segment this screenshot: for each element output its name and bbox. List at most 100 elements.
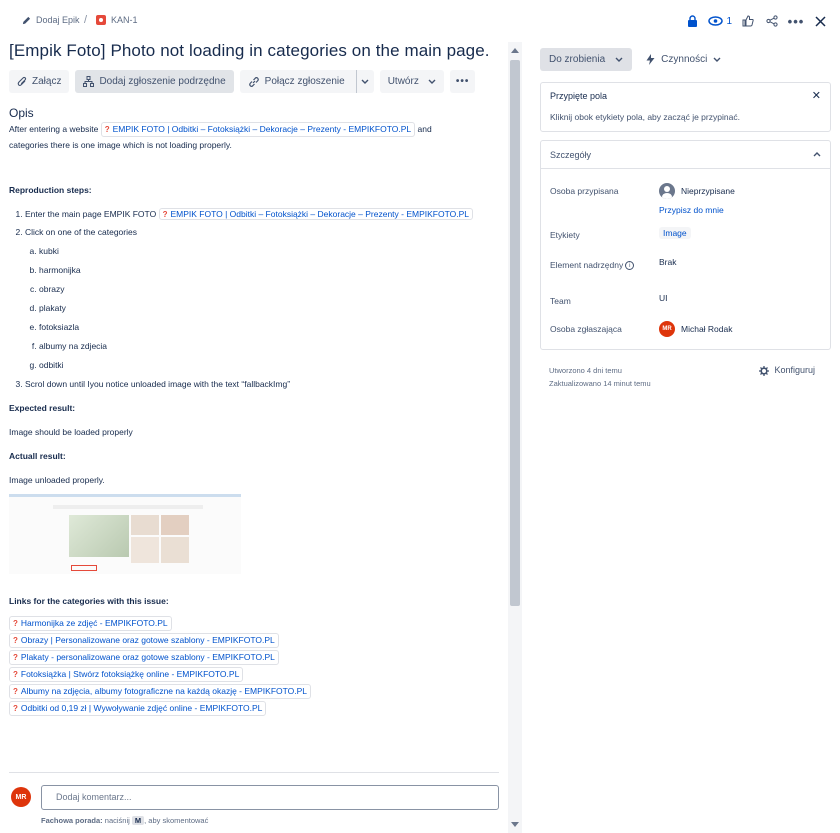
watch-count: 1	[726, 15, 732, 27]
eye-icon	[708, 16, 724, 26]
category-link[interactable]: ? Fotoksiążka | Stwórz fotoksiążkę online…	[9, 667, 244, 682]
category-link[interactable]: ? Odbitki od 0,19 zł | Wywoływanie zdjęć …	[9, 701, 267, 716]
repro-heading: Reproduction steps:	[9, 185, 92, 195]
create-dropdown-button[interactable]: Utwórz	[379, 70, 444, 93]
configure-button[interactable]: Konfiguruj	[759, 364, 815, 377]
breadcrumb-epic-label: Dodaj Epik	[36, 15, 80, 25]
thumb-tile	[131, 515, 159, 535]
tip-bold: Fachowa porada:	[41, 816, 103, 825]
link-icon	[248, 76, 259, 87]
step-text: Enter the main page EMPIK FOTO	[25, 209, 157, 219]
create-label: Utwórz	[387, 76, 419, 87]
scroll-down-icon[interactable]	[511, 822, 519, 827]
empik-favicon-icon: ?	[104, 125, 110, 134]
reporter-row: Osoba zgłaszająca MR Michał Rodak	[550, 321, 821, 339]
attach-button[interactable]: Załącz	[9, 70, 70, 93]
parent-value[interactable]: Brak	[659, 257, 676, 275]
empik-favicon-icon: ?	[162, 210, 168, 219]
issue-meta: Utworzono 4 dni temu Zaktualizowano 14 m…	[540, 364, 831, 390]
thumbs-up-icon[interactable]	[740, 12, 756, 30]
shortcut-key: M	[131, 816, 145, 825]
parent-label: Element nadrzędny	[550, 260, 624, 270]
details-header[interactable]: Szczegóły	[541, 141, 830, 169]
breadcrumb-issue-key[interactable]: KAN-1	[96, 15, 138, 25]
thumb-highlight	[71, 565, 97, 571]
scroll-thumb[interactable]	[510, 60, 520, 606]
description-content: Opis After entering a website ? EMPIK FOT…	[9, 106, 501, 718]
pinned-fields-panel: Przypięte pola Kliknij obok etykiety pol…	[540, 82, 831, 132]
category-link-text: Obrazy | Personalizowane oraz gotowe sza…	[20, 635, 275, 645]
category-link[interactable]: ? Harmonijka ze zdjęć - EMPIKFOTO.PL	[9, 616, 172, 631]
empik-favicon-icon: ?	[13, 619, 18, 628]
more-actions-button[interactable]: •••	[449, 70, 476, 93]
hierarchy-icon	[83, 76, 95, 87]
assign-to-me-link[interactable]: Przypisz do mnie	[659, 205, 735, 215]
category-links-list: ? Harmonijka ze zdjęć - EMPIKFOTO.PL? Obra…	[9, 616, 501, 716]
gear-icon	[759, 365, 770, 376]
tip-text: naciśnij	[104, 816, 130, 825]
close-icon[interactable]: ✕	[812, 89, 821, 102]
thumb-hero	[69, 515, 129, 557]
comment-input[interactable]: Dodaj komentarz...	[41, 785, 499, 810]
link-issue-button[interactable]: Połącz zgłoszenie	[239, 70, 374, 93]
category-link[interactable]: ? Plakaty - personalizowane oraz gotowe s…	[9, 650, 279, 665]
labels-row: Etykiety Image	[550, 227, 821, 245]
lock-icon[interactable]	[684, 12, 700, 30]
actions-dropdown[interactable]: Czynności	[640, 48, 727, 71]
team-value[interactable]: UI	[659, 293, 668, 311]
smart-link[interactable]: ? EMPIK FOTO | Odbitki – Fotoksiążki – De…	[158, 208, 473, 220]
chevron-up-icon	[813, 152, 821, 157]
thumb-tile	[161, 515, 189, 535]
reporter-label: Osoba zgłaszająca	[550, 324, 622, 334]
step-item: Click on one of the categories kubki harm…	[25, 225, 501, 373]
chevron-down-icon[interactable]	[355, 70, 374, 93]
label-tag[interactable]: Image	[659, 227, 691, 239]
configure-label: Konfiguruj	[774, 365, 815, 375]
avatar	[659, 183, 675, 199]
smart-link-text: EMPIK FOTO | Odbitki – Fotoksiążki – Dek…	[112, 124, 412, 134]
category-link-text: Albumy na zdjęcia, albumy fotograficzne …	[20, 686, 308, 696]
category-item: fotoksiazla	[39, 320, 501, 335]
category-item: plakaty	[39, 301, 501, 316]
step-item: Enter the main page EMPIK FOTO ?EMPIK FO…	[25, 207, 501, 222]
step-text: Scrol down until Iyou notice unloaded im…	[25, 379, 291, 389]
issue-top-actions: 1 •••	[684, 12, 828, 30]
category-item: obrazy	[39, 282, 501, 297]
status-label: Do zrobienia	[549, 54, 606, 65]
repro-steps-list: Enter the main page EMPIK FOTO ?EMPIK FO…	[25, 207, 501, 392]
info-icon[interactable]: i	[625, 261, 635, 271]
issue-title[interactable]: [Empik Foto] Photo not loading in catego…	[9, 41, 490, 61]
assignee-field[interactable]: Nieprzypisane	[659, 183, 735, 199]
smart-link[interactable]: ? EMPIK FOTO | Odbitki – Fotoksiążki – De…	[100, 122, 416, 137]
parent-row: Element nadrzędny i Brak	[550, 257, 821, 275]
details-panel: Szczegóły Osoba przypisana Nieprzypisane…	[540, 140, 831, 350]
status-dropdown[interactable]: Do zrobienia	[540, 48, 633, 71]
category-link[interactable]: ? Albumy na zdjęcia, albumy fotograficzne…	[9, 684, 312, 699]
thumb-tile	[161, 537, 189, 563]
breadcrumb-add-epic[interactable]: Dodaj Epik	[21, 15, 80, 25]
scroll-up-icon[interactable]	[511, 48, 519, 53]
close-icon[interactable]	[812, 12, 828, 30]
empik-favicon-icon: ?	[13, 704, 18, 713]
parent-label-wrap: Element nadrzędny i	[550, 257, 659, 275]
step-text: Click on one of the categories	[25, 227, 137, 237]
attach-label: Załącz	[32, 76, 62, 87]
watch-button[interactable]: 1	[708, 16, 732, 27]
screenshot-attachment[interactable]	[9, 494, 241, 574]
reporter-field[interactable]: MR Michał Rodak	[659, 321, 733, 337]
assignee-row: Osoba przypisana Nieprzypisane Przypisz …	[550, 183, 821, 215]
category-link-text: Fotoksiążka | Stwórz fotoksiążkę online …	[20, 669, 240, 679]
category-link-text: Odbitki od 0,19 zł | Wywoływanie zdjęć o…	[20, 703, 263, 713]
comment-section: MR Dodaj komentarz... Fachowa porada: na…	[9, 772, 499, 825]
add-child-issue-button[interactable]: Dodaj zgłoszenie podrzędne	[75, 70, 234, 93]
assignee-value: Nieprzypisane	[681, 186, 735, 196]
scrollbar[interactable]	[508, 42, 522, 833]
category-link[interactable]: ? Obrazy | Personalizowane oraz gotowe sz…	[9, 633, 279, 648]
pinned-fields-title: Przypięte pola	[550, 91, 608, 101]
share-icon[interactable]	[764, 12, 780, 30]
chevron-down-icon	[428, 79, 436, 84]
assignee-label: Osoba przypisana	[550, 186, 619, 196]
more-options-icon[interactable]: •••	[788, 12, 804, 30]
expected-text: Image should be loaded properly	[9, 427, 133, 437]
avatar: MR	[11, 787, 31, 807]
